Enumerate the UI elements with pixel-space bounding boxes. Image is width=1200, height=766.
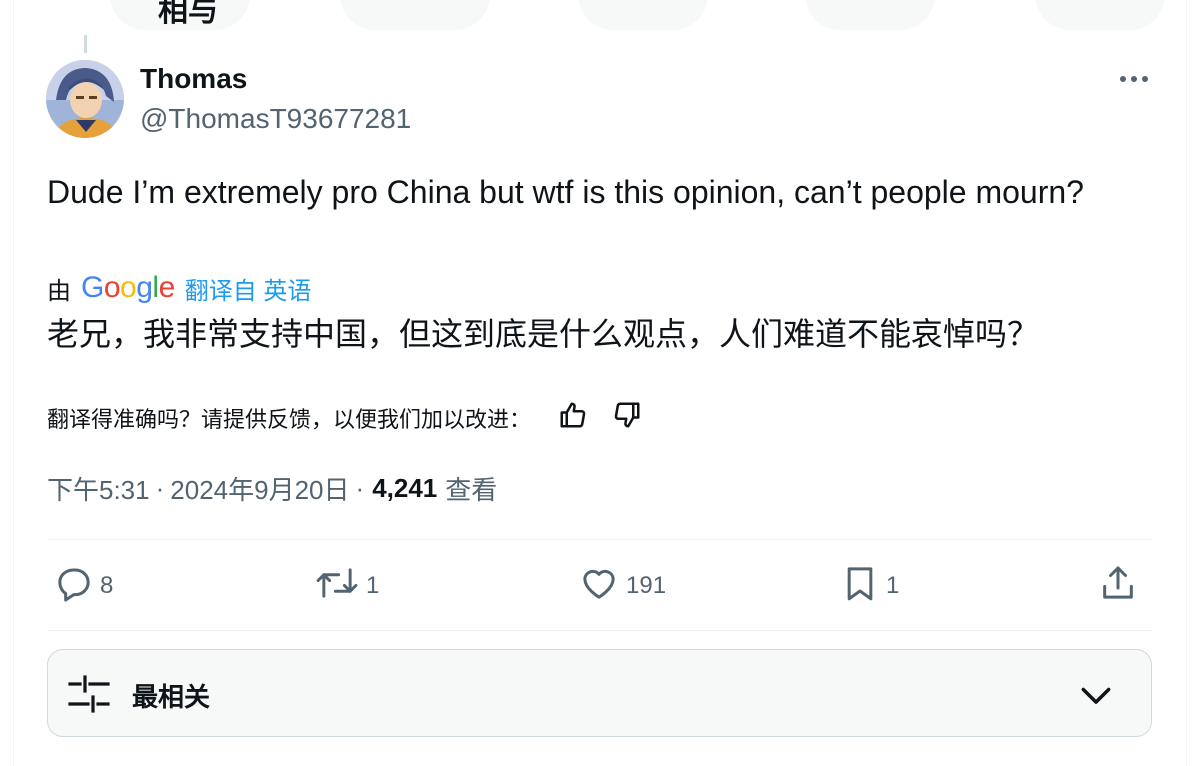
tweet-meta: 下午5:31 · 2024年9月20日 · 4,241 查看 xyxy=(47,468,497,508)
author-handle[interactable]: @ThomasT93677281 xyxy=(140,103,411,135)
views-label: 查看 xyxy=(445,474,498,505)
top-tab-pill[interactable] xyxy=(805,0,935,30)
like-icon xyxy=(578,563,620,610)
thread-line xyxy=(84,35,87,53)
share-icon xyxy=(1098,563,1138,610)
thumbs-up-button[interactable] xyxy=(553,398,593,438)
tweet-date[interactable]: 2024年9月20日 xyxy=(170,470,349,507)
chevron-down-icon xyxy=(1077,676,1115,719)
more-icon xyxy=(1119,70,1149,88)
bookmark-button[interactable]: 1 xyxy=(840,562,899,610)
reply-count: 8 xyxy=(100,572,114,599)
bookmark-icon xyxy=(840,563,880,610)
reply-button[interactable]: 8 xyxy=(54,562,113,610)
translated-from-link[interactable]: 翻译自 英语 xyxy=(185,271,312,306)
google-logo: Google xyxy=(81,271,175,304)
translation-feedback: 翻译得准确吗？请提供反馈，以便我们加以改进： xyxy=(47,397,647,439)
bookmark-count: 1 xyxy=(886,572,900,599)
tweet-text: Dude I’m extremely pro China but wtf is … xyxy=(47,174,1084,210)
divider xyxy=(47,630,1152,631)
top-tab-pill[interactable] xyxy=(578,0,708,30)
retweet-button[interactable]: 1 xyxy=(314,562,379,610)
views-count: 4,241 xyxy=(372,472,438,503)
tweet-time[interactable]: 下午5:31 xyxy=(47,470,150,507)
sort-sliders-icon xyxy=(68,674,110,719)
thumbs-down-icon xyxy=(612,400,642,436)
top-fragment-text: 相与 xyxy=(158,0,218,28)
more-options-button[interactable] xyxy=(1112,64,1156,94)
divider xyxy=(47,539,1152,540)
reply-icon xyxy=(54,563,94,610)
retweet-icon xyxy=(314,563,360,610)
share-button[interactable] xyxy=(1098,562,1138,610)
translated-text: 老兄，我非常支持中国，但这到底是什么观点，人们难道不能哀悼吗？ xyxy=(47,316,1040,352)
sort-label: 最相关 xyxy=(132,682,211,712)
top-tab-pill[interactable] xyxy=(1035,0,1165,30)
avatar[interactable] xyxy=(46,60,124,138)
meta-separator: · xyxy=(355,472,365,503)
by-label: 由 xyxy=(47,277,71,305)
retweet-count: 1 xyxy=(366,572,380,599)
thumbs-down-button[interactable] xyxy=(607,398,647,438)
like-count: 191 xyxy=(626,572,667,599)
translation-attribution: 由 Google 翻译自 英语 xyxy=(47,268,311,308)
thumbs-up-icon xyxy=(558,400,588,436)
top-tab-pill[interactable] xyxy=(340,0,490,30)
feedback-prompt: 翻译得准确吗？请提供反馈，以便我们加以改进： xyxy=(47,407,532,432)
reply-sort-dropdown[interactable]: 最相关 xyxy=(47,649,1152,737)
meta-separator: · xyxy=(155,472,165,503)
like-button[interactable]: 191 xyxy=(578,562,666,610)
author-name[interactable]: Thomas xyxy=(140,63,247,95)
